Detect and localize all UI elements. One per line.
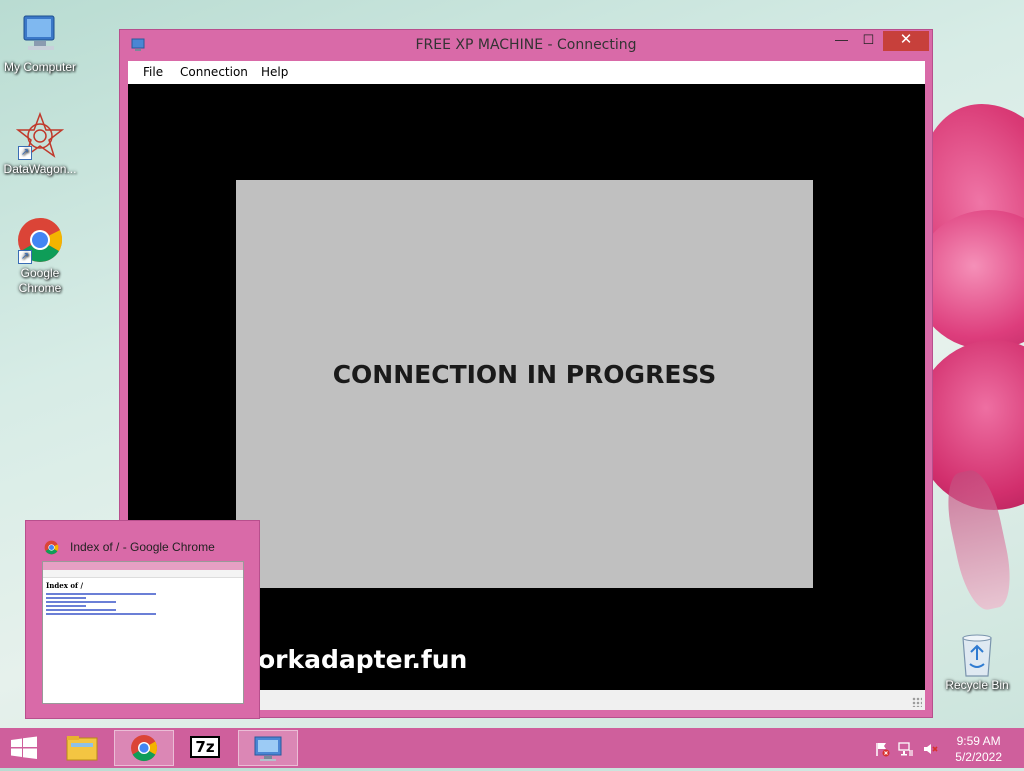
taskbar-file-explorer[interactable] bbox=[52, 730, 112, 766]
menu-file[interactable]: File bbox=[143, 65, 163, 79]
window-title: FREE XP MACHINE - Connecting bbox=[415, 37, 637, 53]
taskbar-clock[interactable]: 9:59 AM 5/2/2022 bbox=[955, 733, 1002, 765]
taskbar-remote-desktop[interactable] bbox=[238, 730, 298, 766]
desktop-icon-label: My Computer bbox=[3, 60, 77, 74]
chrome-icon bbox=[131, 735, 158, 762]
window-titlebar[interactable]: FREE XP MACHINE - Connecting — ☐ ✕ bbox=[120, 30, 932, 61]
shortcut-arrow-icon: ↗ bbox=[18, 146, 32, 160]
preview-thumbnail[interactable]: Index of / bbox=[42, 561, 244, 704]
desktop-icon-google-chrome[interactable]: ↗ Google Chrome bbox=[0, 216, 80, 296]
desktop-icon-label: Google Chrome bbox=[18, 266, 62, 295]
desktop-icon-label: Recycle Bin bbox=[945, 678, 1009, 692]
chrome-icon: ↗ bbox=[16, 216, 64, 264]
thumbnail-line bbox=[46, 597, 86, 599]
desktop-icon-datawagon[interactable]: ↗ DataWagon... bbox=[0, 111, 80, 177]
action-center-flag-icon[interactable] bbox=[874, 741, 890, 757]
thumbnail-line bbox=[46, 601, 116, 603]
menu-bar: File Connection Help bbox=[128, 61, 925, 84]
thumbnail-line bbox=[46, 605, 86, 607]
network-icon[interactable] bbox=[898, 741, 914, 757]
taskbar-chrome[interactable] bbox=[114, 730, 174, 766]
clock-date: 5/2/2022 bbox=[955, 750, 1002, 764]
connection-status-text: CONNECTION IN PROGRESS bbox=[332, 360, 717, 389]
thumbnail-line bbox=[46, 593, 156, 595]
close-button[interactable]: ✕ bbox=[883, 31, 929, 51]
taskbar: 7z 9:59 AM 5/2/2022 bbox=[0, 728, 1024, 768]
datawagon-icon: ↗ bbox=[15, 111, 65, 160]
thumbnail-heading: Index of / bbox=[46, 581, 83, 590]
chrome-icon bbox=[44, 540, 59, 555]
taskbar-preview-chrome[interactable]: Index of / - Google Chrome Index of / bbox=[25, 520, 260, 719]
computer-icon bbox=[16, 10, 64, 58]
minimize-button[interactable]: — bbox=[828, 31, 855, 51]
volume-muted-icon[interactable] bbox=[922, 741, 938, 757]
windows-logo-icon bbox=[11, 736, 37, 759]
menu-connection[interactable]: Connection bbox=[180, 65, 248, 79]
desktop-icon-recycle-bin[interactable]: Recycle Bin bbox=[938, 630, 1016, 692]
thumbnail-line bbox=[46, 613, 156, 615]
menu-help[interactable]: Help bbox=[261, 65, 288, 79]
thumbnail-addressbar bbox=[43, 570, 243, 578]
thumbnail-tabbar bbox=[43, 562, 243, 570]
maximize-button[interactable]: ☐ bbox=[855, 31, 882, 51]
desktop-icon-label: DataWagon... bbox=[3, 162, 77, 176]
start-button[interactable] bbox=[0, 728, 48, 768]
desktop-icon-my-computer[interactable]: My Computer bbox=[0, 10, 80, 75]
recycle-bin-icon bbox=[957, 630, 997, 678]
resize-grip-icon[interactable] bbox=[912, 697, 922, 707]
watermark-text: orkadapter.fun bbox=[258, 645, 468, 674]
preview-title: Index of / - Google Chrome bbox=[70, 540, 215, 554]
clock-time: 9:59 AM bbox=[956, 734, 1001, 748]
connection-panel: CONNECTION IN PROGRESS bbox=[236, 180, 813, 588]
taskbar-7zip[interactable]: 7z bbox=[176, 730, 236, 766]
thumbnail-line bbox=[46, 609, 116, 611]
shortcut-arrow-icon: ↗ bbox=[18, 250, 32, 264]
remote-desktop-icon bbox=[254, 736, 282, 761]
folder-icon bbox=[66, 736, 98, 761]
7zip-icon: 7z bbox=[190, 736, 220, 758]
